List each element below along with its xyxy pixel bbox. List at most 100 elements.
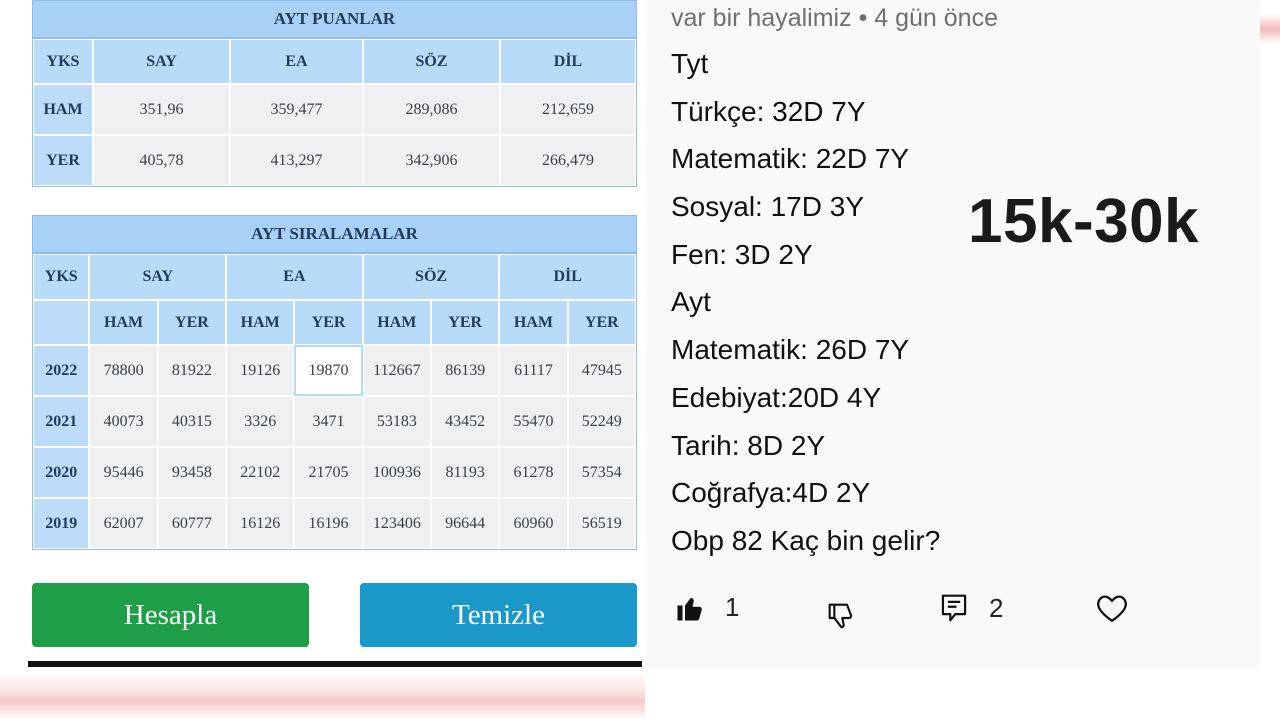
comment-line: Matematik: 22D 7Y bbox=[671, 143, 910, 175]
rank-cell: 62007 bbox=[89, 498, 158, 549]
table-row: 2022 78800 81922 19126 19870 112667 8613… bbox=[33, 345, 636, 396]
header-cell: YKS bbox=[33, 39, 93, 84]
like-count: 1 bbox=[725, 592, 740, 622]
score-input[interactable]: 289,086 bbox=[363, 84, 500, 135]
rank-cell: 81193 bbox=[431, 447, 500, 498]
year-label: 2021 bbox=[33, 396, 90, 447]
reply-button[interactable]: 2 bbox=[939, 592, 1003, 624]
table-row: 2021 40073 40315 3326 3471 53183 43452 5… bbox=[33, 396, 636, 447]
rank-cell: 40315 bbox=[157, 396, 227, 447]
score-input[interactable]: 405,78 bbox=[93, 135, 230, 186]
header-cell: SÖZ bbox=[363, 39, 500, 84]
rank-cell: 19126 bbox=[226, 345, 295, 396]
reply-count: 2 bbox=[989, 592, 1004, 623]
heart-icon bbox=[1095, 592, 1129, 624]
comment-line: Coğrafya:4D 2Y bbox=[671, 477, 871, 509]
rank-cell: 16196 bbox=[294, 498, 363, 549]
rank-range-overlay: 15k-30k bbox=[968, 187, 1200, 256]
comment-line: Edebiyat:20D 4Y bbox=[671, 381, 882, 413]
comment-line: Obp 82 Kaç bin gelir? bbox=[671, 524, 941, 556]
table-group-header-row: YKS SAY EA SÖZ DİL bbox=[33, 254, 637, 300]
comment-line: Matematik: 26D 7Y bbox=[671, 334, 910, 366]
rank-cell: 93458 bbox=[157, 447, 227, 498]
rank-cell: 81922 bbox=[157, 345, 227, 396]
rank-cell: 53183 bbox=[362, 396, 431, 447]
comment-header: var bir hayalimiz • 4 gün önce bbox=[671, 4, 998, 33]
rank-cell: 22102 bbox=[226, 447, 295, 498]
comment-line: Ayt bbox=[671, 286, 711, 318]
score-input[interactable]: 342,906 bbox=[363, 135, 500, 186]
rank-cell: 112667 bbox=[362, 345, 432, 396]
rank-cell: 40073 bbox=[89, 396, 158, 447]
rank-cell: 21705 bbox=[294, 447, 363, 498]
rank-cell: 55470 bbox=[499, 396, 568, 447]
table-title: AYT SIRALAMALAR bbox=[33, 216, 636, 254]
background bbox=[645, 668, 1280, 720]
dislike-button[interactable] bbox=[825, 600, 857, 632]
sub-header-cell: HAM bbox=[362, 300, 431, 345]
rank-cell: 61117 bbox=[499, 345, 568, 396]
score-input[interactable]: 212,659 bbox=[500, 84, 636, 135]
clear-button[interactable]: Temizle bbox=[360, 583, 637, 647]
group-header-dil: DİL bbox=[499, 254, 637, 300]
table-row: HAM 351,96 359,477 289,086 212,659 bbox=[33, 84, 636, 135]
table-sub-header-row: HAM YER HAM YER HAM YER HAM YER bbox=[33, 300, 636, 345]
thumbs-down-icon bbox=[825, 600, 857, 632]
rank-cell: 56519 bbox=[567, 498, 636, 549]
row-label: YER bbox=[33, 135, 93, 186]
thumbs-up-icon bbox=[675, 593, 705, 623]
empty-cell bbox=[33, 300, 90, 345]
calculate-button[interactable]: Hesapla bbox=[32, 583, 309, 647]
score-input[interactable]: 359,477 bbox=[230, 84, 363, 135]
comment-actions: 1 2 bbox=[671, 592, 1191, 638]
comment-author[interactable]: var bir hayalimiz bbox=[671, 4, 852, 32]
ayt-siralamalar-table: AYT SIRALAMALAR YKS SAY EA SÖZ DİL HAM Y… bbox=[32, 215, 637, 550]
comment-line: Tarih: 8D 2Y bbox=[671, 429, 826, 461]
rank-cell: 52249 bbox=[567, 396, 636, 447]
table-header-row: YKS SAY EA SÖZ DİL bbox=[33, 39, 636, 84]
year-label: 2020 bbox=[33, 447, 90, 498]
separator-dot: • bbox=[858, 4, 875, 32]
comment-line: Tyt bbox=[671, 48, 709, 79]
group-header-ea: EA bbox=[226, 254, 363, 300]
rank-cell: 78800 bbox=[89, 345, 158, 396]
rank-cell: 19870 bbox=[294, 345, 363, 396]
group-header-say: SAY bbox=[89, 254, 227, 300]
rank-cell: 61278 bbox=[499, 447, 568, 498]
sub-header-cell: YER bbox=[567, 300, 636, 345]
table-title: AYT PUANLAR bbox=[33, 1, 636, 39]
year-label: 2019 bbox=[33, 498, 90, 549]
rank-cell: 86139 bbox=[431, 345, 500, 396]
decorative-swoosh bbox=[0, 672, 645, 720]
comment-time: 4 gün önce bbox=[874, 4, 998, 32]
heart-button[interactable] bbox=[1095, 592, 1129, 624]
rank-cell: 47945 bbox=[567, 345, 636, 396]
sub-header-cell: HAM bbox=[499, 300, 568, 345]
score-input[interactable]: 266,479 bbox=[500, 135, 636, 186]
table-row: 2020 95446 93458 22102 21705 100936 8119… bbox=[33, 447, 636, 498]
rank-cell: 60777 bbox=[157, 498, 227, 549]
rank-cell: 3326 bbox=[226, 396, 295, 447]
rank-cell: 57354 bbox=[567, 447, 636, 498]
year-label: 2022 bbox=[33, 345, 90, 396]
divider bbox=[28, 661, 642, 667]
group-header-soz: SÖZ bbox=[362, 254, 500, 300]
rank-cell: 100936 bbox=[362, 447, 431, 498]
rank-cell: 16126 bbox=[226, 498, 295, 549]
comment-body: Tyt Türkçe: 32D 7Y Matematik: 22D 7Y Sos… bbox=[671, 40, 1231, 565]
rank-cell: 95446 bbox=[89, 447, 158, 498]
rank-cell: 60960 bbox=[499, 498, 568, 549]
header-cell: DİL bbox=[500, 39, 636, 84]
like-button[interactable]: 1 bbox=[675, 592, 739, 623]
score-input[interactable]: 351,96 bbox=[93, 84, 230, 135]
rank-cell: 3471 bbox=[294, 396, 363, 447]
row-label: HAM bbox=[33, 84, 93, 135]
comment-icon bbox=[939, 592, 969, 624]
score-input[interactable]: 413,297 bbox=[230, 135, 363, 186]
sub-header-cell: HAM bbox=[89, 300, 158, 345]
sub-header-cell: YER bbox=[431, 300, 500, 345]
sub-header-cell: YER bbox=[294, 300, 363, 345]
sub-header-cell: HAM bbox=[226, 300, 295, 345]
rank-cell: 96644 bbox=[431, 498, 500, 549]
calculator-panel: AYT PUANLAR YKS SAY EA SÖZ DİL HAM 351,9… bbox=[0, 0, 645, 720]
